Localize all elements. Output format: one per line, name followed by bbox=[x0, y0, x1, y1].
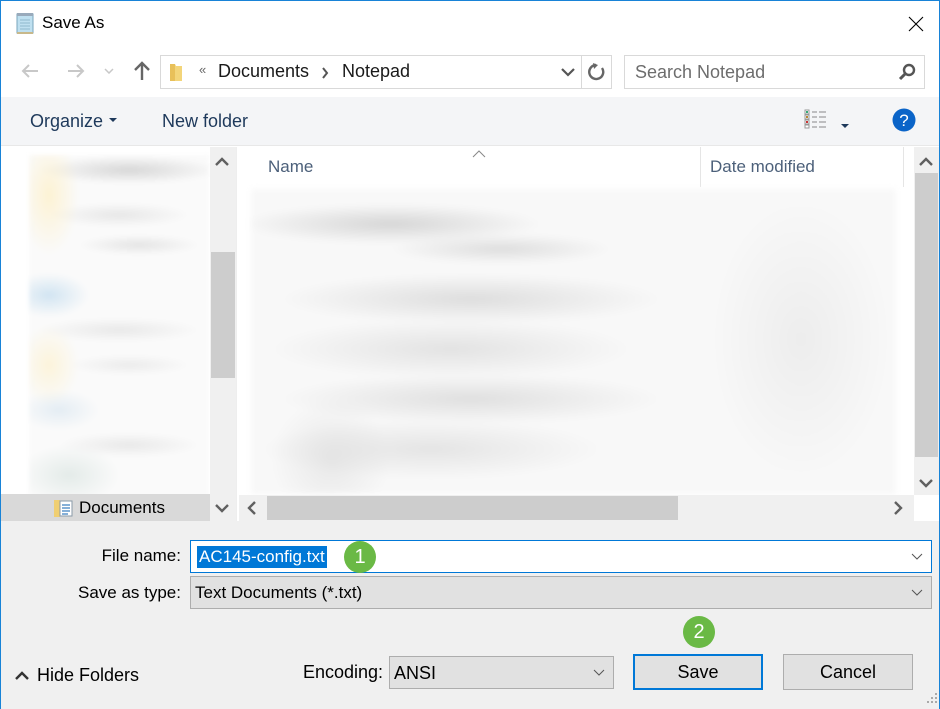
scroll-down-icon[interactable] bbox=[215, 500, 229, 518]
encoding-select[interactable]: ANSI bbox=[389, 656, 614, 689]
arrow-left-icon bbox=[21, 64, 38, 78]
sort-ascending-icon bbox=[472, 145, 486, 163]
search-input[interactable] bbox=[635, 61, 885, 83]
cancel-button[interactable]: Cancel bbox=[783, 654, 913, 690]
view-details-icon[interactable] bbox=[804, 109, 828, 134]
help-glyph: ? bbox=[899, 111, 908, 130]
file-list-scroll-thumb[interactable] bbox=[915, 173, 938, 457]
view-options-dropdown[interactable] bbox=[841, 117, 849, 135]
nav-item-documents[interactable]: Documents bbox=[1, 494, 210, 521]
search-icon[interactable] bbox=[898, 63, 916, 86]
chevron-up-icon bbox=[15, 671, 29, 680]
scroll-right-icon[interactable] bbox=[893, 501, 903, 520]
command-toolbar: Organize New folder bbox=[1, 97, 939, 146]
arrow-right-icon bbox=[68, 64, 85, 78]
nav-pane-scroll-thumb[interactable] bbox=[211, 252, 235, 378]
column-divider[interactable] bbox=[700, 147, 701, 187]
column-header-date-modified[interactable]: Date modified bbox=[710, 157, 815, 177]
scroll-up-icon[interactable] bbox=[215, 154, 229, 172]
encoding-dropdown[interactable] bbox=[589, 657, 609, 688]
hide-folders-button[interactable]: Hide Folders bbox=[15, 665, 139, 686]
column-header-name[interactable]: Name bbox=[268, 157, 313, 177]
horizontal-scroll-thumb[interactable] bbox=[267, 496, 678, 520]
organize-menu[interactable]: Organize bbox=[30, 111, 118, 132]
breadcrumb-documents[interactable]: Documents bbox=[218, 61, 309, 82]
file-list-vertical-scrollbar[interactable] bbox=[914, 147, 939, 495]
search-box[interactable] bbox=[624, 55, 925, 89]
nav-pane-scrollbar[interactable] bbox=[210, 147, 236, 521]
forward-button[interactable] bbox=[62, 57, 90, 85]
refresh-button[interactable] bbox=[581, 56, 611, 88]
close-button[interactable] bbox=[893, 1, 939, 47]
save-as-type-label: Save as type: bbox=[77, 583, 181, 602]
refresh-icon bbox=[587, 63, 604, 81]
file-name-input[interactable]: AC145-config.txt bbox=[190, 540, 932, 573]
scroll-left-icon[interactable] bbox=[247, 501, 257, 520]
save-as-dialog: Save As « Documents Notepad Search Notep… bbox=[0, 0, 940, 709]
save-as-type-dropdown[interactable] bbox=[907, 577, 927, 608]
folder-icon bbox=[169, 63, 183, 87]
help-button[interactable]: ? bbox=[892, 108, 916, 137]
navigation-bar: « Documents Notepad bbox=[1, 47, 939, 97]
close-icon bbox=[908, 16, 924, 32]
chevron-down-icon bbox=[593, 669, 605, 676]
resize-grip-icon[interactable] bbox=[927, 690, 937, 708]
caret-down-icon bbox=[841, 123, 849, 128]
step-2-badge: 2 bbox=[683, 616, 715, 648]
hide-folders-label: Hide Folders bbox=[37, 665, 140, 685]
save-options-panel: File name: AC145-config.txt 1 Save as ty… bbox=[1, 521, 939, 709]
arrow-up-icon bbox=[134, 61, 150, 80]
save-as-type-value: Text Documents (*.txt) bbox=[195, 583, 363, 602]
navigation-pane[interactable]: Documents bbox=[1, 147, 238, 521]
file-name-dropdown[interactable] bbox=[907, 541, 927, 572]
breadcrumb-notepad[interactable]: Notepad bbox=[342, 61, 410, 82]
help-icon: ? bbox=[892, 108, 916, 132]
chevron-down-icon bbox=[561, 67, 575, 77]
address-bar[interactable]: « Documents Notepad bbox=[160, 55, 612, 89]
organize-label: Organize bbox=[30, 111, 104, 131]
chevron-down-icon bbox=[104, 68, 114, 74]
step-1-badge: 1 bbox=[344, 541, 376, 573]
save-button[interactable]: Save bbox=[633, 654, 763, 690]
file-list-horizontal-scrollbar[interactable] bbox=[239, 495, 914, 521]
encoding-label: Encoding: bbox=[303, 662, 384, 682]
nav-item-documents-label: Documents bbox=[79, 498, 165, 517]
overflow-chevron[interactable]: « bbox=[199, 62, 206, 77]
save-as-type-select[interactable]: Text Documents (*.txt) bbox=[190, 576, 932, 609]
caret-down-icon bbox=[109, 118, 118, 123]
breadcrumb-separator-icon[interactable] bbox=[321, 66, 329, 84]
window-title: Save As bbox=[42, 13, 105, 32]
file-name-value[interactable]: AC145-config.txt bbox=[197, 546, 327, 568]
file-name-label: File name: bbox=[101, 546, 181, 565]
blurred-navigation-items bbox=[29, 155, 209, 500]
scroll-down-icon[interactable] bbox=[919, 475, 933, 493]
scrollbar-corner bbox=[914, 495, 939, 521]
notepad-icon bbox=[14, 11, 36, 35]
up-button[interactable] bbox=[128, 57, 156, 85]
scroll-up-icon[interactable] bbox=[919, 154, 933, 172]
title-bar: Save As bbox=[1, 1, 939, 47]
column-divider[interactable] bbox=[903, 147, 904, 187]
back-button[interactable] bbox=[16, 57, 44, 85]
blurred-file-rows bbox=[251, 189, 896, 494]
recent-locations-button[interactable] bbox=[97, 57, 121, 85]
chevron-down-icon bbox=[911, 553, 923, 560]
encoding-value: ANSI bbox=[394, 663, 437, 683]
address-dropdown-button[interactable] bbox=[557, 56, 579, 88]
documents-folder-icon bbox=[53, 498, 73, 523]
chevron-down-icon bbox=[911, 589, 923, 596]
file-list[interactable]: Name Date modified bbox=[239, 147, 914, 495]
new-folder-button[interactable]: New folder bbox=[162, 111, 248, 132]
